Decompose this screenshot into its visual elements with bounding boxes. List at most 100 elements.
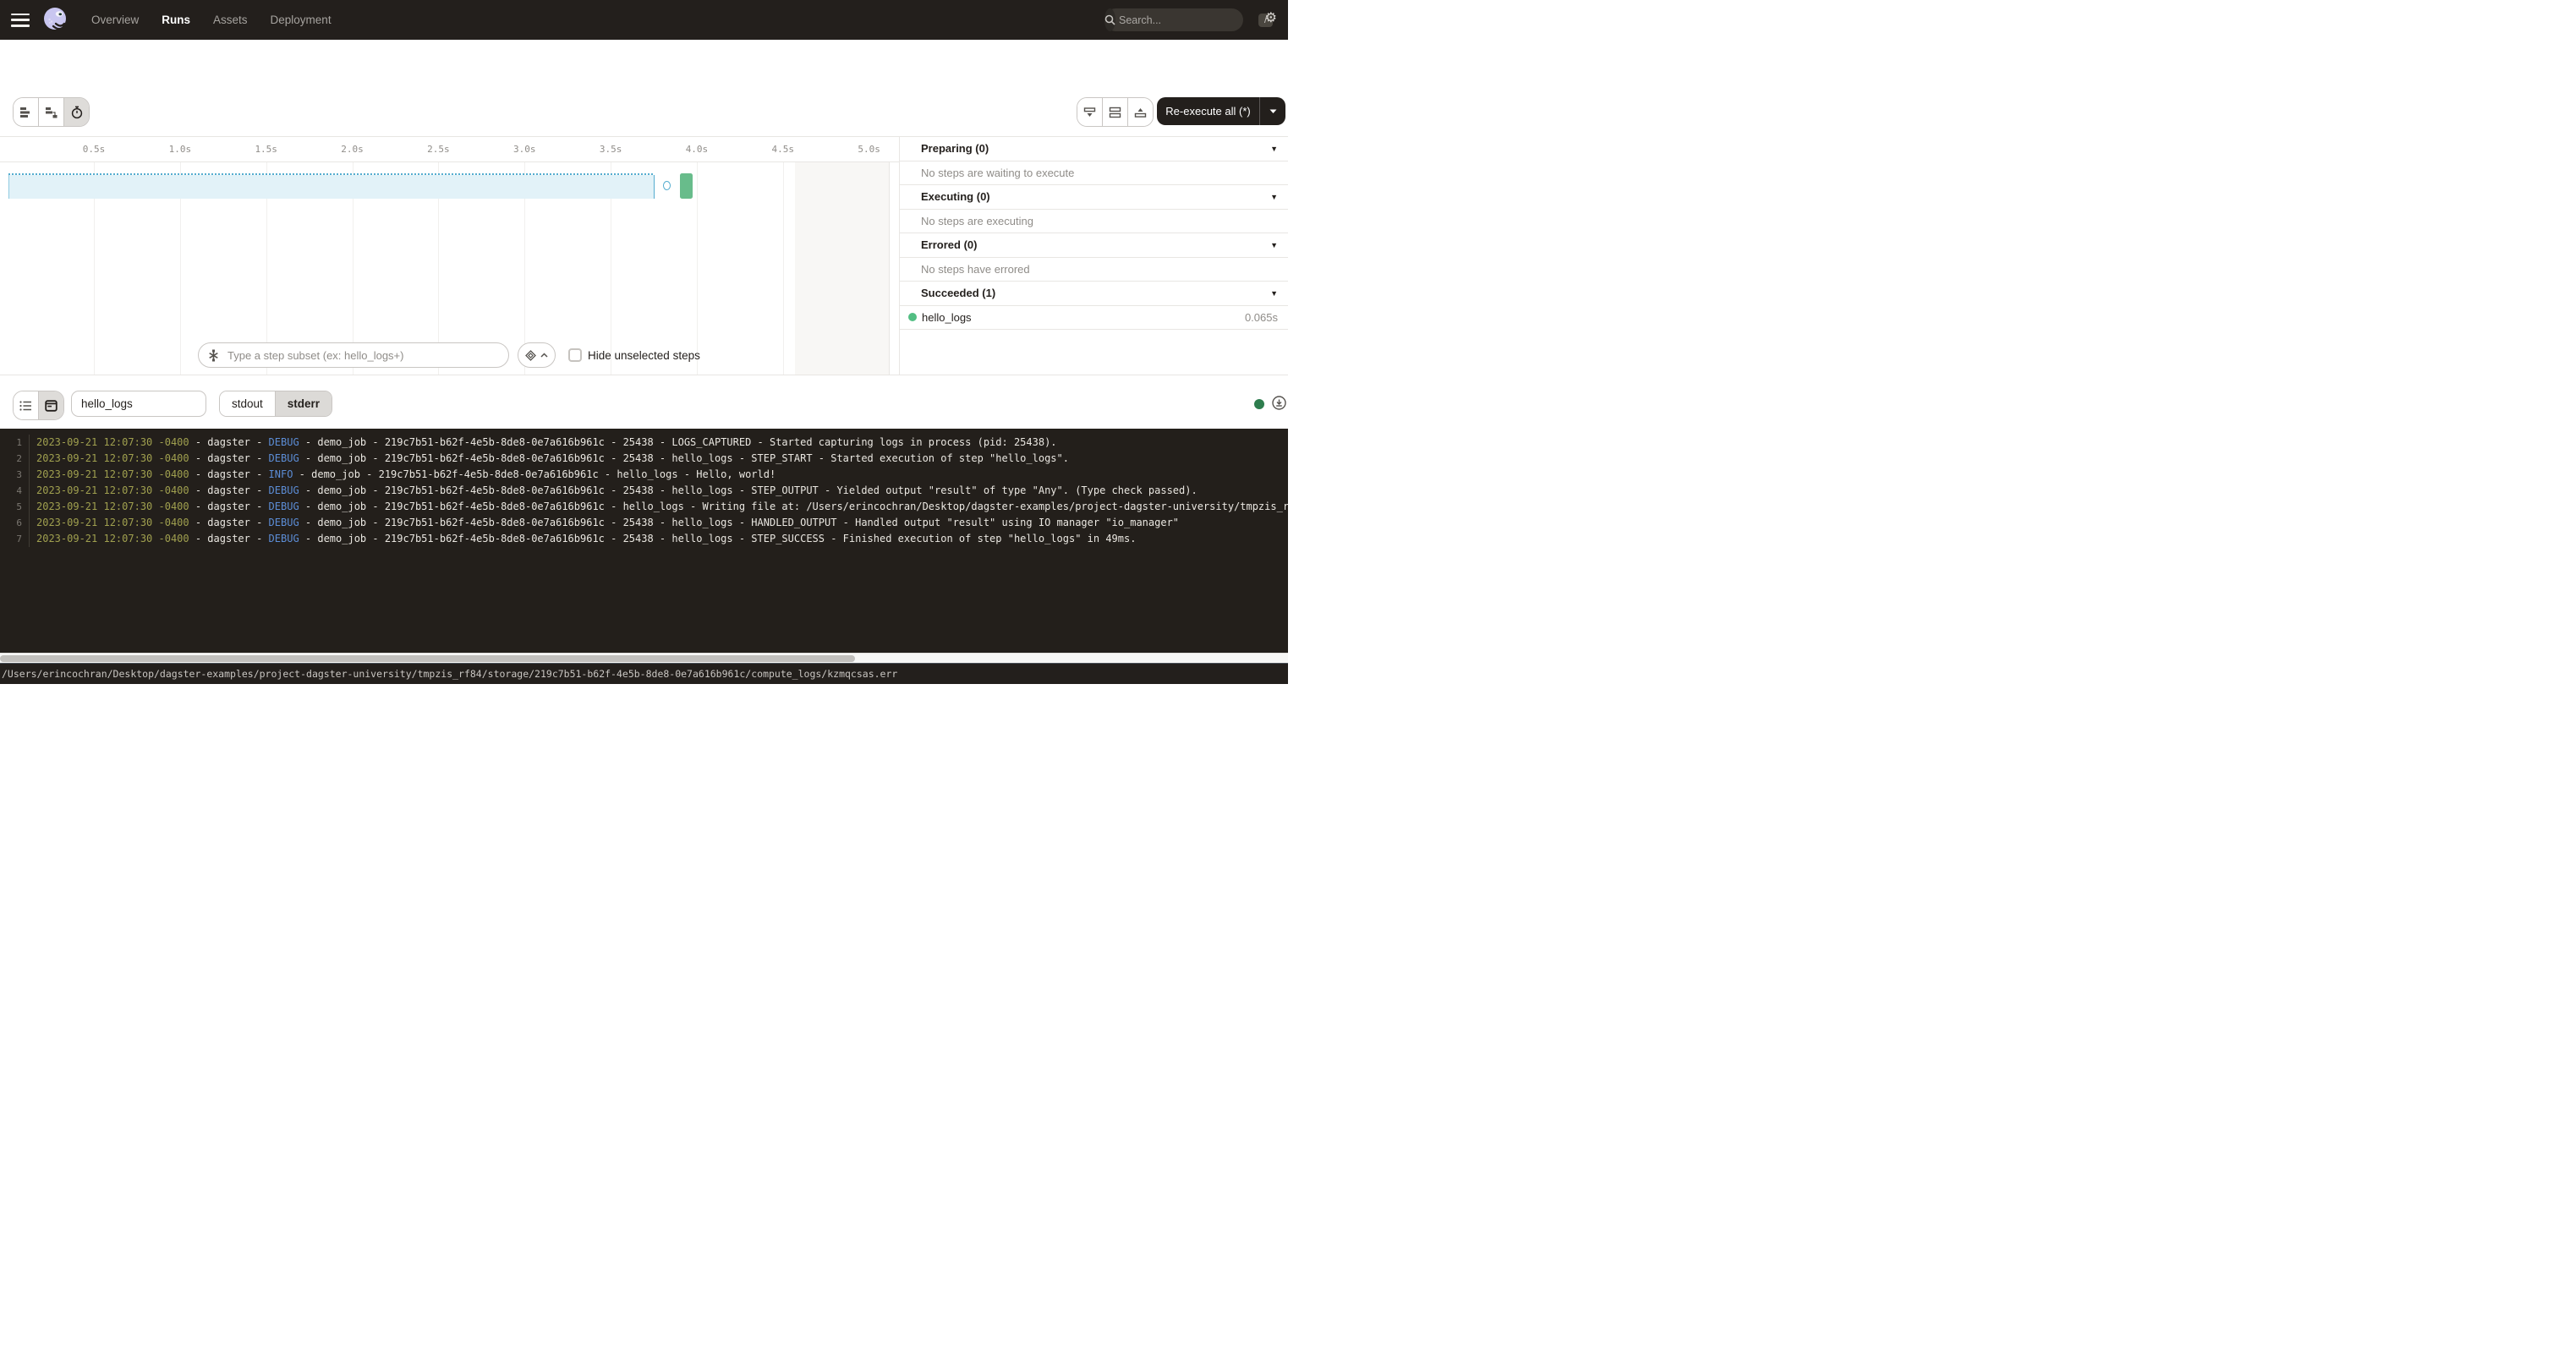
log-segment-level: DEBUG xyxy=(269,499,299,515)
section-executing-empty: No steps are executing xyxy=(900,210,1288,234)
section-errored-header[interactable]: Errored (0) ▼ xyxy=(900,233,1288,258)
expand-bottom-panel-button[interactable] xyxy=(1077,98,1102,126)
primary-nav: Overview Runs Assets Deployment xyxy=(91,14,332,26)
download-log-button[interactable] xyxy=(1272,396,1286,410)
step-success-bar[interactable] xyxy=(680,173,692,199)
step-subset-inputbox[interactable] xyxy=(198,342,509,368)
flat-view-button[interactable] xyxy=(14,98,38,126)
log-line: 52023-09-21 12:07:30 -0400 - dagster - D… xyxy=(0,499,1288,515)
chevron-down-icon[interactable]: ▼ xyxy=(1270,145,1278,153)
axis-tick-label: 1.0s xyxy=(169,144,192,155)
section-preparing-empty: No steps are waiting to execute xyxy=(900,161,1288,186)
axis-tick-label: 3.0s xyxy=(513,144,536,155)
horizontal-scrollbar[interactable] xyxy=(0,653,1288,663)
settings-gear-icon[interactable]: ⚙ xyxy=(1265,12,1277,25)
raw-log-view-button[interactable] xyxy=(38,391,63,419)
step-status-panel: Preparing (0) ▼ No steps are waiting to … xyxy=(899,137,1288,375)
log-segment-plain: - dagster - xyxy=(189,451,269,467)
reexecute-caret-button[interactable] xyxy=(1259,97,1285,125)
axis-tick-label: 0.5s xyxy=(83,144,106,155)
log-view-mode-group xyxy=(13,391,64,420)
axis-tick-label: 4.5s xyxy=(772,144,795,155)
axis-tick-label: 2.5s xyxy=(427,144,450,155)
gantt-toolbar: Hide not started steps xyxy=(0,87,1288,136)
log-segment-plain: - dagster - xyxy=(189,515,269,531)
log-line: 72023-09-21 12:07:30 -0400 - dagster - D… xyxy=(0,531,1288,547)
console-icon xyxy=(45,400,58,412)
log-line-number: 2 xyxy=(0,451,30,467)
run-content: 0.5s1.0s1.5s2.0s2.5s3.0s3.5s4.0s4.5s5.0s xyxy=(0,136,1288,375)
tab-stdout[interactable]: stdout xyxy=(220,391,275,416)
structured-log-view-button[interactable] xyxy=(14,391,38,419)
log-lines: 1 2023-09-21 12:07:30 -0400 - dagster - D… xyxy=(0,435,1288,547)
chevron-down-icon[interactable]: ▼ xyxy=(1270,193,1278,201)
split-panels-icon xyxy=(1109,107,1121,118)
log-step-filter-input[interactable] xyxy=(71,391,206,417)
graph-query-toggle-button[interactable] xyxy=(518,342,556,368)
log-segment-plain: - demo_job - 219c7b51-b62f-4e5b-8de8-0e7… xyxy=(299,483,1198,499)
log-segment-ts: 2023-09-21 12:07:30 -0400 xyxy=(36,515,189,531)
log-segment-plain: - demo_job - 219c7b51-b62f-4e5b-8de8-0e7… xyxy=(299,451,1069,467)
step-subset-row: Hide unselected steps xyxy=(0,342,899,368)
flat-view-icon xyxy=(19,107,32,118)
log-file-path: /Users/erincochran/Desktop/dagster-examp… xyxy=(0,668,897,680)
log-segment-ts: 2023-09-21 12:07:30 -0400 xyxy=(36,451,189,467)
global-search[interactable]: / xyxy=(1104,8,1243,31)
section-preparing-header[interactable]: Preparing (0) ▼ xyxy=(900,137,1288,161)
split-panels-button[interactable] xyxy=(1102,98,1127,126)
step-waiting-bar[interactable] xyxy=(8,175,655,199)
nav-item-overview[interactable]: Overview xyxy=(91,14,139,26)
log-segment-ts: 2023-09-21 12:07:30 -0400 xyxy=(36,531,189,547)
log-line: 3 2023-09-21 12:07:30 -0400 - dagster - I… xyxy=(0,467,1288,483)
hide-unselected-checkbox[interactable] xyxy=(568,348,582,362)
log-segment-plain: - dagster - xyxy=(189,467,269,483)
reexecute-all-split-button: Re-execute all (*) xyxy=(1157,97,1285,125)
dagster-logo-icon[interactable] xyxy=(41,6,69,34)
log-segment-level: INFO xyxy=(269,467,293,483)
hamburger-menu-icon[interactable] xyxy=(11,14,30,27)
log-line: 22023-09-21 12:07:30 -0400 - dagster - D… xyxy=(0,451,1288,467)
log-segment-plain: - demo_job - 219c7b51-b62f-4e5b-8de8-0e7… xyxy=(299,435,1057,451)
timed-view-button[interactable] xyxy=(63,98,89,126)
log-segment-ts: 2023-09-21 12:07:30 -0400 xyxy=(36,467,189,483)
op-selector-icon xyxy=(207,349,220,362)
section-executing-header[interactable]: Executing (0) ▼ xyxy=(900,185,1288,210)
log-segment-plain: - demo_job - 219c7b51-b62f-4e5b-8de8-0e7… xyxy=(293,467,776,483)
reexecute-all-button[interactable]: Re-execute all (*) xyxy=(1157,105,1259,118)
step-duration: 0.065s xyxy=(1245,311,1278,324)
axis-tick-label: 4.0s xyxy=(686,144,709,155)
log-segment-ts: 2023-09-21 12:07:30 -0400 xyxy=(36,435,189,451)
log-line-number: 3 xyxy=(0,467,30,483)
hide-unselected-label[interactable]: Hide unselected steps xyxy=(588,349,700,362)
chevron-down-icon[interactable]: ▼ xyxy=(1270,241,1278,249)
axis-tick-label: 2.0s xyxy=(341,144,364,155)
log-line-number: 1 xyxy=(0,435,30,451)
nav-item-deployment[interactable]: Deployment xyxy=(271,14,332,26)
gantt-axis: 0.5s1.0s1.5s2.0s2.5s3.0s3.5s4.0s4.5s5.0s xyxy=(0,137,899,162)
step-name[interactable]: hello_logs xyxy=(922,311,972,324)
waterfall-view-button[interactable] xyxy=(38,98,63,126)
log-segment-ts: 2023-09-21 12:07:30 -0400 xyxy=(36,499,189,515)
log-segment-plain: - dagster - xyxy=(189,483,269,499)
caret-down-icon xyxy=(1269,109,1277,114)
download-icon xyxy=(1272,396,1286,410)
section-succeeded-header[interactable]: Succeeded (1) ▼ xyxy=(900,282,1288,306)
raw-log-view[interactable]: 1 2023-09-21 12:07:30 -0400 - dagster - D… xyxy=(0,429,1288,653)
nav-item-runs[interactable]: Runs xyxy=(162,14,190,26)
horizontal-scrollbar-thumb[interactable] xyxy=(0,655,855,662)
log-segment-ts: 2023-09-21 12:07:30 -0400 xyxy=(36,483,189,499)
expand-top-panel-button[interactable] xyxy=(1127,98,1153,126)
gantt-view-mode-group xyxy=(13,97,90,127)
dagster-run-page: Overview Runs Assets Deployment / ⚙ 219c… xyxy=(0,0,1288,684)
log-segment-plain: - demo_job - 219c7b51-b62f-4e5b-8de8-0e7… xyxy=(299,531,1137,547)
step-row-hello-logs[interactable]: hello_logs 0.065s xyxy=(900,306,1288,331)
search-input[interactable] xyxy=(1115,14,1258,26)
log-segment-level: DEBUG xyxy=(269,435,299,451)
log-segment-plain: - dagster - xyxy=(189,499,269,515)
chevron-down-icon[interactable]: ▼ xyxy=(1270,289,1278,298)
tab-stderr[interactable]: stderr xyxy=(275,391,332,416)
step-subset-input[interactable] xyxy=(226,348,500,363)
waiting-dotted-line xyxy=(8,173,653,175)
run-header: 219c7b51 Success Run of demo_job @ 4f105… xyxy=(0,40,1288,87)
nav-item-assets[interactable]: Assets xyxy=(213,14,248,26)
